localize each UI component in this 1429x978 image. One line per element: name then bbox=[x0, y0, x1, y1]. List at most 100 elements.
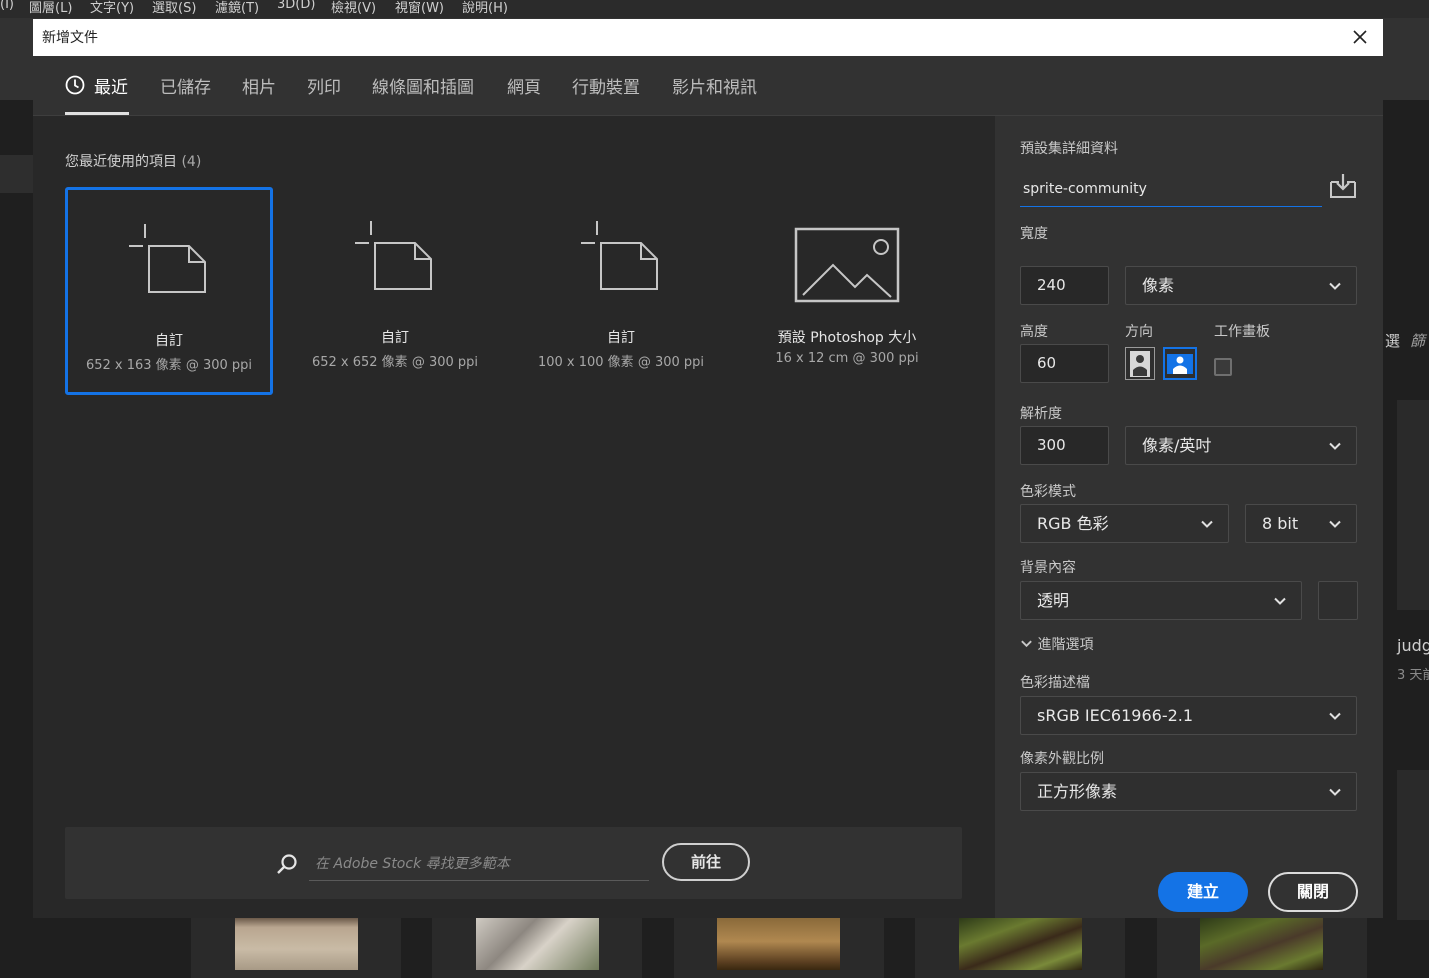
color-mode-select[interactable]: RGB 色彩 bbox=[1020, 504, 1229, 543]
orientation-label: 方向 bbox=[1125, 324, 1153, 340]
bg-tab-label[interactable]: 選 bbox=[1385, 330, 1400, 351]
tab-photo[interactable]: 相片 bbox=[242, 73, 276, 98]
go-button[interactable]: 前往 bbox=[662, 843, 750, 881]
pixel-aspect-select[interactable]: 正方形像素 bbox=[1020, 772, 1357, 811]
bg-tab-label[interactable]: 篩 bbox=[1410, 330, 1425, 351]
close-icon bbox=[1353, 30, 1367, 44]
custom-document-icon bbox=[581, 221, 658, 290]
create-button[interactable]: 建立 bbox=[1158, 872, 1248, 912]
preset-size: 16 x 12 cm @ 300 ppi bbox=[775, 351, 919, 366]
search-icon bbox=[277, 854, 297, 874]
preset-name: 預設 Photoshop 大小 bbox=[777, 330, 917, 346]
preset-size: 100 x 100 像素 @ 300 ppi bbox=[537, 355, 705, 370]
menu-item[interactable]: (I) bbox=[0, 0, 14, 12]
artboard-checkbox[interactable] bbox=[1214, 358, 1232, 376]
menu-item-help[interactable]: 說明(H) bbox=[462, 0, 508, 16]
resolution-unit-select[interactable]: 像素/英吋 bbox=[1125, 426, 1357, 465]
preset-details-pane: 預設集詳細資料 寬度 240 像素 高度 方向 工作畫板 60 bbox=[995, 116, 1383, 918]
new-document-dialog: 新增文件 最近 已儲存 相片 列印 線條圖和插圖 網頁 行動裝置 影片和視訊 您… bbox=[33, 19, 1383, 918]
bg-recent-thumb[interactable] bbox=[1397, 770, 1429, 920]
preset-name: 自訂 bbox=[381, 330, 409, 346]
bg-photo-thumb bbox=[959, 918, 1082, 970]
chevron-down-icon bbox=[1329, 282, 1341, 290]
landscape-person-icon bbox=[1167, 354, 1193, 374]
preset-name: 自訂 bbox=[155, 333, 183, 349]
menu-item-3d[interactable]: 3D(D) bbox=[277, 0, 315, 12]
tab-mobile[interactable]: 行動裝置 bbox=[572, 73, 640, 98]
preset-name-input[interactable] bbox=[1020, 172, 1322, 207]
chevron-down-icon bbox=[1274, 597, 1286, 605]
recent-title-text: 您最近使用的項目 bbox=[65, 154, 177, 170]
recent-preset-card[interactable]: 自訂 652 x 163 像素 @ 300 ppi bbox=[65, 187, 273, 395]
tab-art-illustration[interactable]: 線條圖和插圖 bbox=[372, 73, 474, 98]
bit-depth-select[interactable]: 8 bit bbox=[1245, 504, 1357, 543]
pixel-aspect-value: 正方形像素 bbox=[1037, 782, 1118, 801]
bg-photo-thumb bbox=[717, 918, 840, 970]
category-tabs: 最近 已儲存 相片 列印 線條圖和插圖 網頁 行動裝置 影片和視訊 bbox=[33, 56, 1383, 116]
recent-section-title: 您最近使用的項目 (4) bbox=[65, 151, 201, 171]
preset-size: 652 x 163 像素 @ 300 ppi bbox=[85, 358, 253, 373]
menu-item-select[interactable]: 選取(S) bbox=[152, 0, 196, 16]
height-input[interactable]: 60 bbox=[1020, 344, 1109, 383]
save-preset-icon[interactable] bbox=[1328, 172, 1358, 200]
background-color-swatch[interactable] bbox=[1318, 581, 1358, 620]
artboard-label: 工作畫板 bbox=[1214, 324, 1270, 340]
tab-print[interactable]: 列印 bbox=[307, 73, 341, 98]
background-contents-label: 背景內容 bbox=[1020, 560, 1076, 576]
bg-recent-file-name[interactable]: judg bbox=[1397, 636, 1429, 655]
recent-preset-card[interactable]: 自訂 652 x 652 像素 @ 300 ppi bbox=[291, 187, 499, 395]
chevron-down-icon bbox=[1201, 520, 1213, 528]
height-label: 高度 bbox=[1020, 324, 1048, 340]
menu-item-layer[interactable]: 圖層(L) bbox=[29, 0, 72, 16]
preset-size: 652 x 652 像素 @ 300 ppi bbox=[311, 355, 479, 370]
width-label: 寬度 bbox=[1020, 226, 1048, 242]
menu-item-type[interactable]: 文字(Y) bbox=[90, 0, 134, 16]
menu-item-view[interactable]: 檢視(V) bbox=[331, 0, 376, 16]
chevron-down-icon bbox=[1021, 640, 1032, 648]
background-contents-value: 透明 bbox=[1037, 591, 1070, 610]
recent-count: (4) bbox=[181, 154, 202, 170]
bg-photo-thumb bbox=[235, 918, 358, 970]
width-input[interactable]: 240 bbox=[1020, 266, 1109, 305]
pixel-aspect-label: 像素外觀比例 bbox=[1020, 751, 1104, 767]
tab-web[interactable]: 網頁 bbox=[507, 73, 541, 98]
bit-depth-value: 8 bit bbox=[1262, 514, 1299, 533]
app-menubar: (I) 圖層(L) 文字(Y) 選取(S) 濾鏡(T) 3D(D) 檢視(V) … bbox=[0, 0, 1429, 18]
color-profile-value: sRGB IEC61966-2.1 bbox=[1037, 706, 1194, 725]
advanced-options-label: 進階選項 bbox=[1037, 637, 1094, 653]
color-mode-value: RGB 色彩 bbox=[1037, 514, 1109, 533]
color-profile-label: 色彩描述檔 bbox=[1020, 675, 1090, 691]
tab-recent[interactable]: 最近 bbox=[94, 73, 128, 98]
dialog-title: 新增文件 bbox=[42, 30, 98, 46]
tab-saved[interactable]: 已儲存 bbox=[160, 73, 211, 98]
chevron-down-icon bbox=[1329, 442, 1341, 450]
portrait-button[interactable] bbox=[1125, 347, 1155, 380]
width-unit-value: 像素 bbox=[1142, 276, 1175, 295]
menu-item-window[interactable]: 視窗(W) bbox=[395, 0, 444, 16]
presets-pane: 您最近使用的項目 (4) 自訂 652 x 163 像素 @ 300 ppi 自… bbox=[33, 116, 995, 918]
bg-photo-thumb bbox=[1200, 918, 1323, 970]
portrait-person-icon bbox=[1130, 351, 1150, 377]
image-icon bbox=[794, 227, 900, 303]
bg-recent-thumb[interactable] bbox=[1397, 400, 1429, 610]
tab-film-video[interactable]: 影片和視訊 bbox=[672, 73, 757, 98]
chevron-down-icon bbox=[1329, 788, 1341, 796]
close-button[interactable]: 關閉 bbox=[1268, 872, 1358, 912]
dialog-titlebar: 新增文件 bbox=[33, 19, 1383, 56]
recent-preset-card[interactable]: 自訂 100 x 100 像素 @ 300 ppi bbox=[517, 187, 725, 395]
chevron-down-icon bbox=[1329, 712, 1341, 720]
color-mode-label: 色彩模式 bbox=[1020, 484, 1076, 500]
resolution-input[interactable]: 300 bbox=[1020, 426, 1109, 465]
adobe-stock-search-bar: 前往 bbox=[65, 827, 962, 899]
background-contents-select[interactable]: 透明 bbox=[1020, 581, 1302, 620]
close-dialog-x-button[interactable] bbox=[1349, 26, 1371, 48]
preset-details-title: 預設集詳細資料 bbox=[1020, 141, 1118, 157]
advanced-options-toggle[interactable]: 進階選項 bbox=[1020, 634, 1093, 654]
width-unit-select[interactable]: 像素 bbox=[1125, 266, 1357, 305]
stock-search-input[interactable] bbox=[309, 847, 649, 881]
resolution-unit-value: 像素/英吋 bbox=[1142, 436, 1212, 455]
menu-item-filter[interactable]: 濾鏡(T) bbox=[215, 0, 259, 16]
recent-preset-card[interactable]: 預設 Photoshop 大小 16 x 12 cm @ 300 ppi bbox=[743, 187, 951, 395]
color-profile-select[interactable]: sRGB IEC61966-2.1 bbox=[1020, 696, 1357, 735]
landscape-button[interactable] bbox=[1163, 347, 1197, 380]
